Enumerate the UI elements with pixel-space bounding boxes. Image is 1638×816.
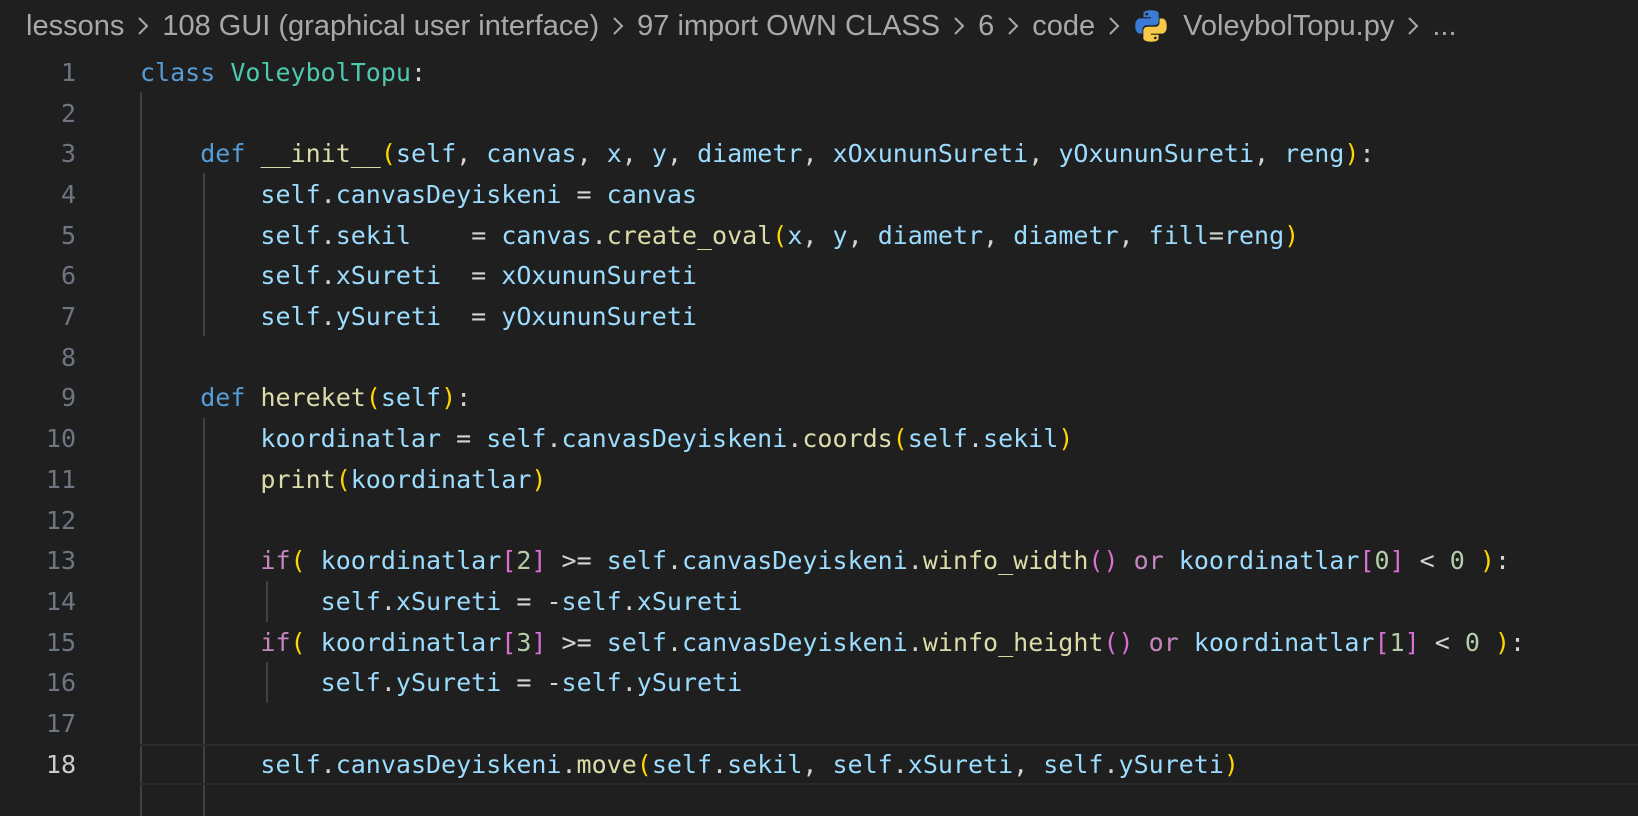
line-number: 18	[45, 749, 76, 779]
code-line[interactable]: 14 self.xSureti = -self.xSureti	[0, 581, 1638, 622]
chevron-right-icon	[952, 15, 966, 37]
breadcrumb-item-lessons[interactable]: lessons	[26, 10, 124, 43]
code-line[interactable]: 15 if( koordinatlar[3] >= self.canvasDey…	[0, 622, 1638, 663]
breadcrumb: lessons 108 GUI (graphical user interfac…	[0, 0, 1638, 52]
line-number: 8	[60, 342, 76, 372]
code-line[interactable]: 18 self.canvasDeyiskeni.move(self.sekil,…	[0, 743, 1638, 785]
code-line[interactable]: 3 def __init__(self, canvas, x, y, diame…	[0, 133, 1638, 174]
line-number: 14	[45, 586, 76, 616]
breadcrumb-overflow[interactable]: ...	[1432, 10, 1456, 43]
code-line[interactable]: 6 self.xSureti = xOxununSureti	[0, 256, 1638, 297]
code-text: print(koordinatlar)	[260, 464, 547, 494]
code-text: self.ySureti = yOxununSureti	[260, 302, 697, 332]
code-line[interactable]: 4 self.canvasDeyiskeni = canvas	[0, 174, 1638, 215]
line-number: 15	[45, 627, 76, 657]
breadcrumb-item-import-own-class[interactable]: 97 import OWN CLASS	[637, 10, 940, 43]
code-line[interactable]: 16 self.ySureti = -self.ySureti	[0, 663, 1638, 704]
code-line[interactable]: 10 koordinatlar = self.canvasDeyiskeni.c…	[0, 418, 1638, 459]
chevron-right-icon	[611, 15, 625, 37]
line-number: 3	[60, 139, 76, 169]
code-line[interactable]: 13 if( koordinatlar[2] >= self.canvasDey…	[0, 540, 1638, 581]
breadcrumb-item-code[interactable]: code	[1032, 10, 1095, 43]
line-number: 2	[60, 98, 76, 128]
line-number: 17	[45, 709, 76, 739]
python-icon	[1133, 8, 1169, 44]
breadcrumb-item-6[interactable]: 6	[978, 10, 994, 43]
line-number: 9	[60, 383, 76, 413]
chevron-right-icon	[136, 15, 150, 37]
line-number: 7	[60, 302, 76, 332]
code-line[interactable]: 7 self.ySureti = yOxununSureti	[0, 296, 1638, 337]
line-number: 10	[45, 424, 76, 454]
code-line[interactable]: 5 self.sekil = canvas.create_oval(x, y, …	[0, 215, 1638, 256]
code-line[interactable]: 9 def hereket(self):	[0, 378, 1638, 419]
code-line[interactable]: 8	[0, 337, 1638, 378]
line-number: 1	[60, 57, 76, 87]
chevron-right-icon	[1006, 15, 1020, 37]
code-line[interactable]: 2	[0, 93, 1638, 134]
chevron-right-icon	[1107, 15, 1121, 37]
line-number: 11	[45, 464, 76, 494]
line-number: 12	[45, 505, 76, 535]
code-line[interactable]: 12	[0, 500, 1638, 541]
code-text: self.canvasDeyiskeni = canvas	[260, 179, 697, 209]
code-text: class VoleybolTopu:	[140, 57, 427, 87]
code-editor[interactable]: 1 class VoleybolTopu: 2 3 def __init__(self…	[0, 52, 1638, 816]
code-text: self.canvasDeyiskeni.move(self.sekil, se…	[260, 749, 1239, 779]
breadcrumb-file-name: VoleybolTopu.py	[1183, 9, 1395, 42]
code-line[interactable]: 17	[0, 703, 1638, 744]
code-text: self.sekil = canvas.create_oval(x, y, di…	[260, 220, 1300, 250]
breadcrumb-item-gui[interactable]: 108 GUI (graphical user interface)	[162, 10, 599, 43]
chevron-right-icon	[1406, 15, 1420, 37]
line-number: 16	[45, 668, 76, 698]
line-number: 5	[60, 220, 76, 250]
code-text: self.xSureti = xOxununSureti	[260, 261, 697, 291]
line-number: 6	[60, 261, 76, 291]
code-text: self.xSureti = -self.xSureti	[320, 586, 743, 616]
breadcrumb-item-file[interactable]: VoleybolTopu.py	[1133, 8, 1394, 44]
line-number: 4	[60, 179, 76, 209]
code-text: def __init__(self, canvas, x, y, diametr…	[200, 139, 1375, 169]
code-text: if( koordinatlar[3] >= self.canvasDeyisk…	[260, 627, 1526, 657]
line-number: 13	[45, 546, 76, 576]
code-line[interactable]: 11 print(koordinatlar)	[0, 459, 1638, 500]
code-text: self.ySureti = -self.ySureti	[320, 668, 743, 698]
code-text: def hereket(self):	[200, 383, 472, 413]
code-text: if( koordinatlar[2] >= self.canvasDeyisk…	[260, 546, 1511, 576]
code-line[interactable]: 1 class VoleybolTopu:	[0, 52, 1638, 93]
code-text: koordinatlar = self.canvasDeyiskeni.coor…	[260, 424, 1074, 454]
